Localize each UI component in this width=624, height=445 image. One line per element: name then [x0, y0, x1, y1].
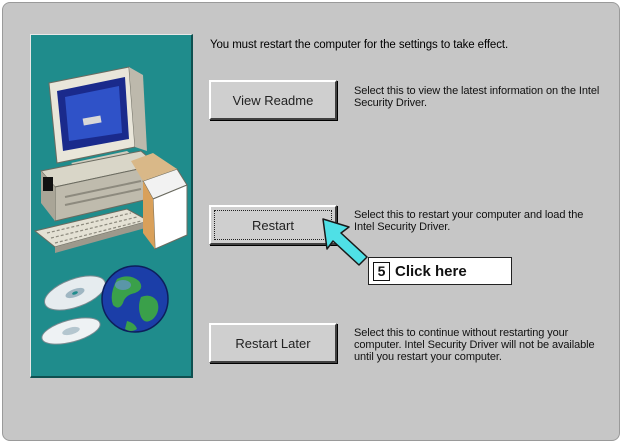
view-readme-button[interactable]: View Readme [209, 80, 337, 120]
computer-illustration [33, 66, 188, 345]
restart-later-label: Restart Later [235, 335, 311, 351]
globe-icon [101, 265, 169, 333]
intro-text: You must restart the computer for the se… [210, 39, 509, 51]
setup-dialog: You must restart the computer for the se… [2, 2, 620, 441]
click-here-callout: 5 Click here [368, 257, 512, 285]
view-readme-description: Select this to view the latest informati… [354, 85, 600, 109]
wizard-art-panel [30, 34, 193, 378]
callout-label: Click here [395, 262, 467, 280]
restart-description: Select this to restart your computer and… [354, 209, 584, 233]
cd-disc-icon [41, 275, 106, 345]
restart-label: Restart [252, 217, 294, 233]
restart-button[interactable]: Restart [209, 205, 337, 245]
restart-later-description: Select this to continue without restarti… [354, 327, 595, 363]
step-number-badge: 5 [373, 261, 390, 281]
restart-later-button[interactable]: Restart Later [209, 323, 337, 363]
view-readme-label: View Readme [232, 92, 314, 108]
